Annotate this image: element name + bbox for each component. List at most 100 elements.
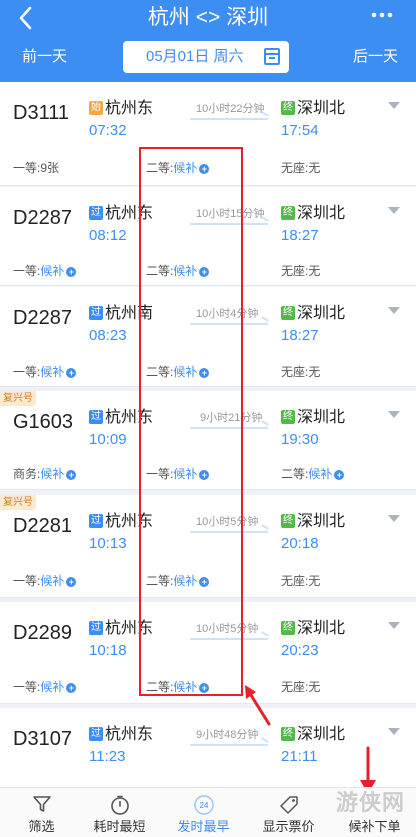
next-day-button[interactable]: 后一天 bbox=[353, 46, 398, 68]
prev-day-button[interactable]: 前一天 bbox=[22, 46, 67, 68]
date-text: 05月01日 周六 bbox=[146, 48, 244, 65]
fuxing-badge: 复兴号 bbox=[0, 495, 36, 510]
seat-value: 候补 bbox=[40, 467, 65, 481]
more-dots-icon[interactable] bbox=[370, 4, 394, 30]
train-number: D3111 bbox=[13, 102, 69, 124]
seat-business-class[interactable]: 商务:候补 + bbox=[13, 466, 77, 482]
seat-label: 一等: bbox=[13, 680, 41, 694]
route-title: 杭州 <> 深圳 bbox=[147, 6, 269, 29]
arrival-station: 深圳北 bbox=[297, 620, 346, 637]
add-plus-icon[interactable]: + bbox=[66, 577, 77, 587]
seat-label: 一等: bbox=[13, 161, 41, 175]
train-number: D2287 bbox=[13, 307, 72, 329]
top-bar: 杭州 <> 深圳 前一天 05月01日 周六 后一天 bbox=[0, 0, 416, 82]
calendar-icon bbox=[264, 48, 280, 65]
tab-earliest-departure[interactable]: 24 发时最早 bbox=[162, 788, 245, 837]
seat-first-class[interactable]: 一等:候补 + bbox=[13, 679, 77, 695]
pass-station-tag: 过 bbox=[89, 410, 103, 424]
chevron-down-icon[interactable] bbox=[388, 102, 400, 109]
seat-no-seat: 无座:无 bbox=[281, 263, 320, 279]
seat-first-class[interactable]: 一等:候补 + bbox=[13, 263, 77, 279]
train-card[interactable]: D3107 过 杭州东 11:23 9小时48分钟 终 深圳北 21:11 bbox=[0, 708, 416, 787]
red-arrow-icon bbox=[245, 685, 271, 726]
seat-first-class[interactable]: 一等:候补 + bbox=[13, 364, 77, 380]
departure-time: 10:18 bbox=[89, 642, 127, 659]
train-number: D2289 bbox=[13, 622, 72, 644]
seat-value: 候补 bbox=[40, 680, 65, 694]
seat-label: 一等: bbox=[13, 574, 41, 588]
tab-label: 发时最早 bbox=[177, 819, 230, 834]
departure-time: 11:23 bbox=[89, 748, 126, 765]
fuxing-badge: 复兴号 bbox=[0, 391, 36, 406]
add-plus-icon[interactable]: + bbox=[334, 470, 345, 480]
seat-value: 无 bbox=[308, 161, 321, 175]
arrival-time: 21:11 bbox=[281, 748, 318, 765]
seat-label: 无座: bbox=[281, 365, 309, 379]
seat-no-seat: 无座:无 bbox=[281, 573, 320, 589]
seat-label: 无座: bbox=[281, 574, 309, 588]
tab-shortest-duration[interactable]: 耗时最短 bbox=[78, 788, 161, 837]
chevron-down-icon[interactable] bbox=[388, 515, 400, 522]
seat-label: 无座: bbox=[281, 264, 309, 278]
svg-text:24: 24 bbox=[199, 801, 208, 810]
seat-value: 9张 bbox=[40, 161, 60, 175]
arrival-time: 19:30 bbox=[281, 431, 319, 448]
departure-station: 杭州东 bbox=[105, 100, 154, 117]
seat-value: 无 bbox=[308, 680, 321, 694]
train-number: D2281 bbox=[13, 515, 72, 537]
end-station-tag: 终 bbox=[281, 514, 295, 528]
departure-time: 10:13 bbox=[89, 535, 127, 552]
seat-second-class[interactable]: 二等:候补 + bbox=[281, 466, 345, 482]
end-station-tag: 终 bbox=[281, 621, 295, 635]
pass-station-tag: 过 bbox=[89, 727, 103, 741]
arrival-time: 17:54 bbox=[281, 122, 319, 139]
add-plus-icon[interactable]: + bbox=[66, 683, 77, 693]
route-arrow-icon bbox=[190, 116, 268, 120]
seat-no-seat: 无座:无 bbox=[281, 679, 320, 695]
arrival-station: 深圳北 bbox=[297, 409, 346, 426]
route-arrow-icon bbox=[190, 742, 268, 746]
chevron-down-icon[interactable] bbox=[388, 728, 400, 735]
seat-label: 无座: bbox=[281, 161, 309, 175]
tab-show-price[interactable]: 显示票价 bbox=[247, 788, 330, 837]
pass-station-tag: 过 bbox=[89, 621, 103, 635]
clock-24-icon: 24 bbox=[193, 795, 214, 815]
add-plus-icon[interactable]: + bbox=[66, 368, 77, 378]
arrival-station: 深圳北 bbox=[297, 513, 346, 530]
date-selector[interactable]: 05月01日 周六 bbox=[123, 41, 289, 73]
chevron-down-icon[interactable] bbox=[388, 411, 400, 418]
arrival-station: 深圳北 bbox=[297, 305, 346, 322]
tab-label: 候补下单 bbox=[348, 819, 401, 834]
add-plus-icon[interactable]: + bbox=[66, 267, 77, 277]
filter-icon bbox=[32, 796, 51, 812]
arrival-time: 20:18 bbox=[281, 535, 319, 552]
arrival-time: 18:27 bbox=[281, 227, 319, 244]
train-number: D3107 bbox=[13, 728, 72, 750]
arrival-station: 深圳北 bbox=[297, 726, 346, 743]
seat-value: 无 bbox=[308, 574, 321, 588]
train-number: D2287 bbox=[13, 207, 72, 229]
chevron-down-icon[interactable] bbox=[388, 307, 400, 314]
chevron-down-icon[interactable] bbox=[388, 207, 400, 214]
end-station-tag: 终 bbox=[281, 306, 295, 320]
departure-time: 08:12 bbox=[89, 227, 127, 244]
add-plus-icon[interactable]: + bbox=[66, 470, 77, 480]
tab-label: 显示票价 bbox=[262, 819, 315, 834]
pass-station-tag: 过 bbox=[89, 306, 103, 320]
seat-label: 一等: bbox=[13, 264, 41, 278]
seat-label: 无座: bbox=[281, 680, 309, 694]
seat-no-seat: 无座:无 bbox=[281, 364, 320, 380]
seat-first-class[interactable]: 一等:候补 + bbox=[13, 573, 77, 589]
end-station-tag: 终 bbox=[281, 101, 295, 115]
price-tag-icon bbox=[279, 796, 298, 814]
departure-station: 杭州东 bbox=[105, 726, 154, 743]
end-station-tag: 终 bbox=[281, 206, 295, 220]
tab-label: 筛选 bbox=[28, 819, 55, 834]
tab-filter[interactable]: 筛选 bbox=[0, 788, 83, 837]
start-station-tag: 始 bbox=[89, 101, 103, 115]
seat-value: 候补 bbox=[40, 264, 65, 278]
chevron-down-icon[interactable] bbox=[388, 622, 400, 629]
seat-label: 商务: bbox=[13, 467, 41, 481]
seat-first-class: 一等:9张 bbox=[13, 160, 59, 176]
stopwatch-icon bbox=[110, 795, 129, 815]
